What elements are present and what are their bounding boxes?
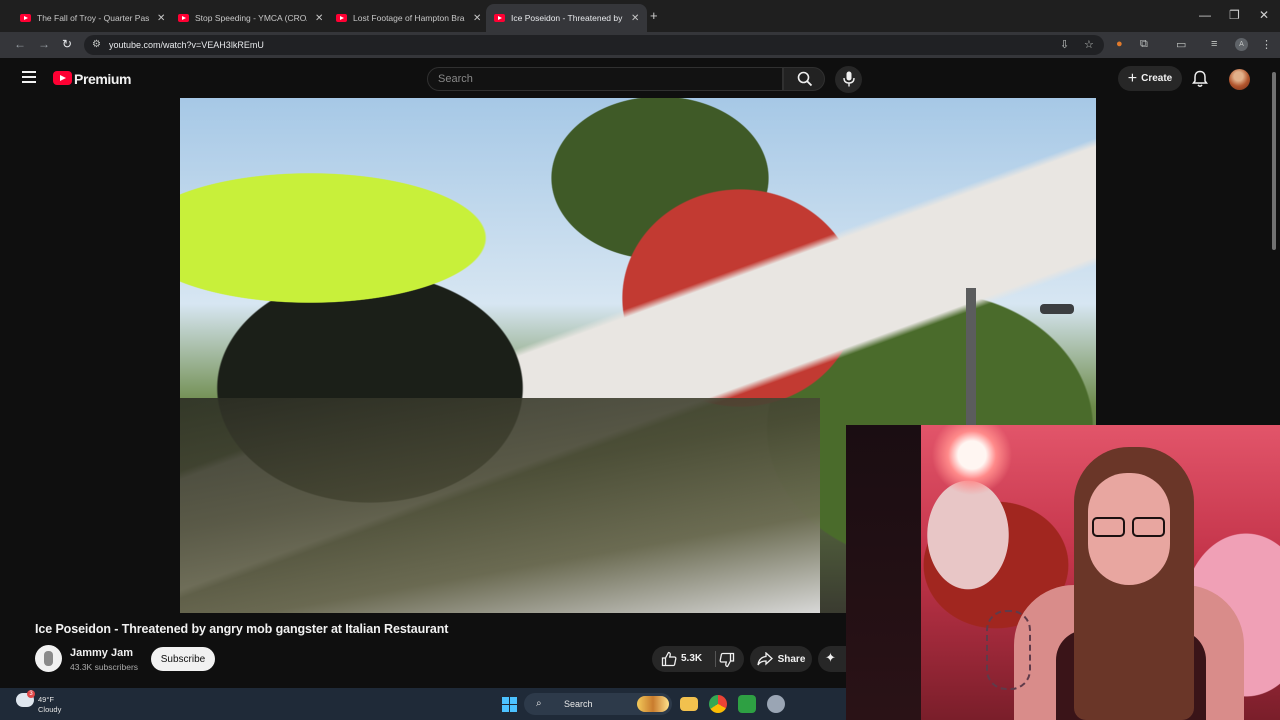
notification-badge: 3	[27, 690, 35, 698]
video-frame-ground	[180, 398, 820, 613]
file-explorer-icon[interactable]	[680, 697, 698, 711]
webcam-overlay	[846, 425, 1280, 720]
windows-taskbar: 3 49°F Cloudy ⌕ Search	[0, 688, 846, 720]
browser-tab-strip: The Fall of Troy - Quarter Past ✕ Stop S…	[0, 0, 1280, 32]
thumbs-up-icon[interactable]	[661, 651, 677, 667]
tab-close-icon[interactable]: ✕	[473, 13, 481, 24]
weather-temperature[interactable]: 49°F	[38, 695, 54, 704]
taskbar-search-label: Search	[564, 699, 593, 709]
tab-title: The Fall of Troy - Quarter Past	[37, 13, 149, 23]
video-frame-lamp	[1040, 304, 1074, 314]
like-count[interactable]: 5.3K	[681, 653, 702, 664]
browser-toolbar: ← → ↻ ⚙ youtube.com/watch?v=VEAH3lkREmU …	[0, 32, 1280, 58]
browser-tab[interactable]: The Fall of Troy - Quarter Past ✕	[12, 4, 173, 32]
channel-avatar[interactable]	[35, 645, 62, 672]
url-text: youtube.com/watch?v=VEAH3lkREmU	[109, 40, 264, 50]
subscribe-button[interactable]: Subscribe	[151, 647, 215, 671]
extension-icon[interactable]: ●	[1116, 38, 1123, 50]
share-button[interactable]: Share	[750, 646, 812, 672]
address-bar[interactable]: ⚙ youtube.com/watch?v=VEAH3lkREmU ⇩ ☆	[84, 35, 1104, 55]
weather-cloud-icon[interactable]: 3	[16, 690, 35, 707]
tab-title: Ice Poseidon - Threatened by a	[511, 13, 623, 23]
bookmark-star-icon[interactable]: ☆	[1084, 38, 1094, 51]
side-panel-icon[interactable]: ▭	[1176, 38, 1186, 51]
extensions-puzzle-icon[interactable]: ⧉	[1140, 38, 1148, 51]
windows-start-icon[interactable]	[502, 697, 517, 712]
search-button[interactable]	[783, 67, 825, 91]
search-icon	[797, 71, 813, 87]
like-divider	[715, 651, 716, 667]
voice-search-button[interactable]	[835, 66, 862, 93]
share-arrow-icon	[756, 652, 773, 666]
reload-icon[interactable]: ↻	[62, 37, 72, 51]
webcam-arm-tattoo	[986, 610, 1031, 690]
create-button[interactable]: + Create	[1118, 66, 1182, 91]
tab-title: Lost Footage of Hampton Bran	[353, 13, 465, 23]
browser-tab-active[interactable]: Ice Poseidon - Threatened by a ✕	[486, 4, 648, 32]
close-window-button[interactable]: ✕	[1259, 8, 1269, 22]
search-highlight-icon	[637, 696, 669, 712]
site-info-icon[interactable]: ⚙	[92, 39, 101, 50]
tab-close-icon[interactable]: ✕	[631, 13, 639, 24]
webcam-glasses	[1092, 517, 1168, 539]
youtube-favicon-icon	[178, 14, 189, 22]
search-input[interactable]	[438, 73, 758, 85]
create-label: Create	[1141, 73, 1173, 84]
taskbar-search[interactable]: ⌕ Search	[524, 693, 672, 715]
search-box[interactable]	[427, 67, 783, 91]
install-app-icon[interactable]: ⇩	[1060, 38, 1069, 51]
settings-gear-icon[interactable]	[767, 695, 785, 713]
browser-tab[interactable]: Lost Footage of Hampton Bran ✕	[328, 4, 489, 32]
account-avatar[interactable]	[1229, 69, 1250, 90]
youtube-header: Premium + Create	[0, 58, 1280, 100]
more-actions-button[interactable]: ✦	[818, 646, 846, 672]
tab-close-icon[interactable]: ✕	[315, 13, 323, 24]
app-icon[interactable]	[738, 695, 756, 713]
bell-icon[interactable]	[1192, 70, 1208, 88]
mic-icon	[843, 71, 855, 87]
brand-label[interactable]: Premium	[74, 71, 132, 87]
youtube-favicon-icon	[494, 14, 505, 22]
sparkle-icon: ✦	[825, 650, 836, 665]
taskbar-search-icon: ⌕	[536, 698, 542, 709]
tab-close-icon[interactable]: ✕	[157, 13, 165, 24]
browser-tab[interactable]: Stop Speeding - YMCA (CROAK ✕	[170, 4, 331, 32]
menu-icon[interactable]	[22, 71, 36, 86]
tab-search-icon[interactable]: ≡	[1211, 38, 1217, 50]
webcam-dark-area	[846, 425, 921, 720]
minimize-button[interactable]: —	[1199, 8, 1211, 22]
video-title: Ice Poseidon - Threatened by angry mob g…	[35, 622, 449, 636]
channel-name[interactable]: Jammy Jam	[70, 647, 133, 659]
new-tab-button[interactable]: +	[650, 8, 658, 23]
back-arrow-icon[interactable]: ←	[14, 37, 26, 51]
youtube-favicon-icon	[336, 14, 347, 22]
weather-condition[interactable]: Cloudy	[38, 705, 61, 714]
plus-icon: +	[1127, 69, 1138, 87]
restore-button[interactable]: ❐	[1229, 8, 1240, 22]
forward-arrow-icon[interactable]: →	[38, 37, 50, 51]
thumbs-down-icon[interactable]	[719, 652, 735, 668]
like-dislike-bar: 5.3K	[652, 646, 744, 672]
youtube-favicon-icon	[20, 14, 31, 22]
share-label: Share	[777, 653, 806, 665]
chrome-icon[interactable]	[709, 695, 727, 713]
page-scrollbar[interactable]	[1272, 72, 1276, 250]
kebab-menu-icon[interactable]: ⋮	[1261, 38, 1272, 51]
tab-title: Stop Speeding - YMCA (CROAK	[195, 13, 307, 23]
youtube-logo-icon[interactable]	[53, 71, 72, 85]
subscriber-count: 43.3K subscribers	[70, 662, 139, 672]
profile-icon[interactable]: A	[1235, 38, 1248, 51]
